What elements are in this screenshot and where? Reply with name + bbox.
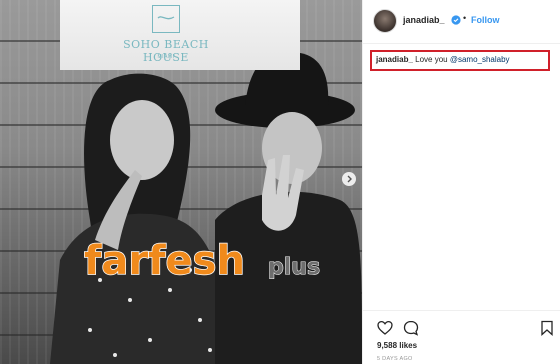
svg-text:farfesh: farfesh [84,238,245,284]
soho-logo-icon [152,5,180,33]
post-timestamp: 5 DAYS AGO [377,356,413,362]
verified-badge-icon [451,15,461,25]
avatar[interactable] [373,9,397,33]
caption-text: Love you [415,55,448,64]
post-header: janadiab_ • Follow [363,0,560,44]
post-actions: 9,588 likes 5 DAYS AGO [363,310,560,364]
photo-brand-text: SOHO BEACH HOUSE [123,38,209,64]
post-caption: janadiab_ Love you @samo_shalaby [376,55,510,64]
separator-dot: • [463,13,467,23]
watermark-logo: farfesh plus [83,237,320,285]
bookmark-icon[interactable] [539,320,555,336]
caption-username[interactable]: janadiab_ [376,55,413,64]
follow-button[interactable]: Follow [471,15,500,25]
likes-count[interactable]: 9,588 likes [377,341,417,350]
header-username[interactable]: janadiab_ [403,15,445,25]
post-photo[interactable]: SOHO BEACH HOUSE MIAMI farfesh plus [0,0,362,364]
svg-text:plus: plus [268,255,320,280]
caption-mention[interactable]: @samo_shalaby [450,55,510,64]
carousel-next-button[interactable] [342,172,356,186]
comment-icon[interactable] [403,320,419,336]
photo-brand-subtext: MIAMI [157,54,175,60]
chevron-right-icon [347,175,352,183]
heart-icon[interactable] [377,320,393,336]
